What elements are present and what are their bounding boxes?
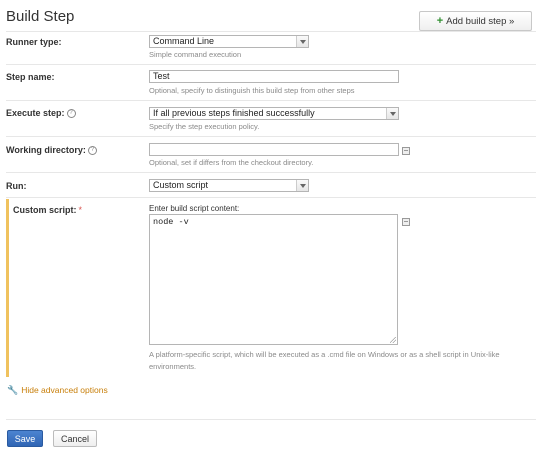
- execute-step-hint: Specify the step execution policy.: [149, 122, 260, 131]
- custom-script-value: node -v: [153, 217, 189, 227]
- execute-step-label: Execute step:?: [6, 108, 76, 118]
- cancel-button[interactable]: Cancel: [53, 430, 97, 447]
- execute-step-select[interactable]: If all previous steps finished successfu…: [149, 107, 399, 120]
- chevron-down-icon: [296, 36, 308, 47]
- working-directory-hint: Optional, set if differs from the checko…: [149, 158, 314, 167]
- help-icon[interactable]: ?: [87, 146, 97, 155]
- save-button[interactable]: Save: [7, 430, 43, 447]
- row-divider: [6, 136, 536, 137]
- active-row-highlight: [6, 199, 9, 377]
- working-directory-input[interactable]: [149, 143, 399, 156]
- script-prompt: Enter build script content:: [149, 204, 240, 213]
- custom-script-label: Custom script: *: [13, 205, 82, 215]
- run-label: Run:: [6, 181, 27, 191]
- footer-divider: [6, 419, 536, 420]
- expand-editor-icon[interactable]: [402, 218, 410, 226]
- step-name-label: Step name:: [6, 72, 55, 82]
- runner-type-label: Runner type:: [6, 37, 62, 47]
- help-icon[interactable]: ?: [66, 109, 76, 118]
- runner-type-select[interactable]: Command Line: [149, 35, 309, 48]
- working-directory-label-text: Working directory:: [6, 145, 86, 155]
- add-build-step-button[interactable]: + Add build step »: [419, 11, 532, 31]
- execute-step-label-text: Execute step:: [6, 108, 65, 118]
- step-name-hint: Optional, specify to distinguish this bu…: [149, 86, 355, 95]
- hide-advanced-options-link[interactable]: 🔧 Hide advanced options: [7, 385, 108, 396]
- custom-script-label-text: Custom script:: [13, 205, 77, 215]
- run-value: Custom script: [153, 180, 209, 190]
- row-divider: [6, 64, 536, 65]
- row-divider: [6, 197, 536, 198]
- row-divider: [6, 100, 536, 101]
- execute-step-value: If all previous steps finished successfu…: [153, 108, 315, 118]
- plus-icon: +: [436, 15, 444, 27]
- script-hint-line1: A platform-specific script, which will b…: [149, 350, 500, 359]
- run-select[interactable]: Custom script: [149, 179, 309, 192]
- step-name-input[interactable]: Test: [149, 70, 399, 83]
- wrench-icon: 🔧: [7, 385, 19, 395]
- runner-type-hint: Simple command execution: [149, 50, 242, 59]
- row-divider: [6, 31, 536, 32]
- chevron-down-icon: [386, 108, 398, 119]
- step-name-value: Test: [153, 71, 170, 81]
- hide-advanced-options-label: Hide advanced options: [21, 385, 108, 395]
- resize-handle-icon[interactable]: [390, 337, 396, 343]
- directory-chooser-icon[interactable]: [402, 147, 410, 155]
- script-hint-line2: environments.: [149, 362, 197, 371]
- required-mark: *: [78, 205, 83, 215]
- page-title: Build Step: [6, 8, 75, 25]
- row-divider: [6, 172, 536, 173]
- custom-script-textarea[interactable]: node -v: [149, 214, 398, 345]
- working-directory-label: Working directory:?: [6, 145, 97, 155]
- add-build-step-label: Add build step »: [446, 15, 515, 27]
- chevron-down-icon: [296, 180, 308, 191]
- runner-type-value: Command Line: [153, 36, 215, 46]
